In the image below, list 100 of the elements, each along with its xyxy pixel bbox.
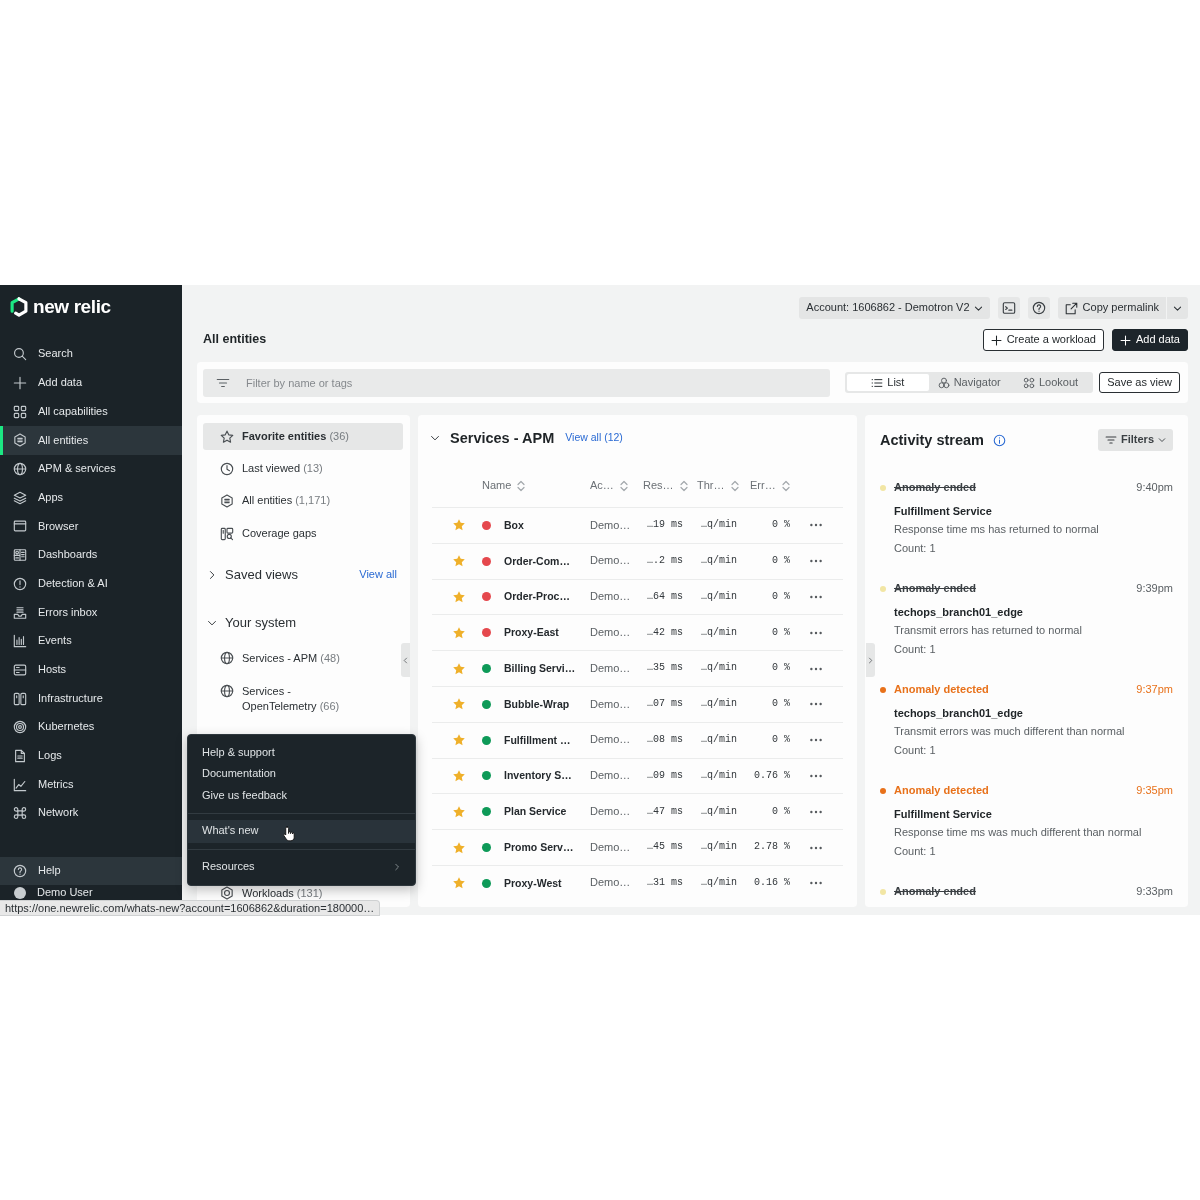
collapse-handle[interactable] — [401, 643, 410, 677]
menu-item[interactable]: Resources — [188, 855, 415, 879]
star-icon[interactable] — [452, 876, 466, 891]
column-header[interactable]: Res… — [643, 477, 688, 495]
star-icon[interactable] — [452, 554, 466, 569]
column-header[interactable]: Err… — [750, 477, 790, 495]
filters-button[interactable]: Filters — [1098, 429, 1173, 451]
sidebar-item[interactable]: Hosts — [0, 655, 182, 685]
star-icon[interactable] — [452, 661, 466, 676]
expand-handle[interactable] — [866, 643, 875, 677]
service-name[interactable]: Fulfillment … — [504, 733, 571, 747]
service-name[interactable]: Plan Service — [504, 805, 567, 819]
entity-type-item[interactable]: Workloads (131) — [203, 886, 323, 900]
more-icon[interactable] — [810, 630, 822, 635]
star-icon[interactable] — [452, 804, 466, 819]
event-entity[interactable]: Fulfillment Service — [894, 502, 992, 520]
account-name: Demo… — [590, 804, 631, 819]
more-icon[interactable] — [810, 845, 822, 850]
sidebar-item[interactable]: Kubernetes — [0, 712, 182, 742]
error-rate: 2.78 % — [754, 841, 790, 854]
view-tab[interactable]: Navigator — [928, 374, 1010, 391]
view-tab[interactable]: Lookout — [1009, 374, 1092, 391]
info-icon[interactable] — [992, 433, 1006, 447]
service-name[interactable]: Proxy-East — [504, 626, 559, 640]
more-icon[interactable] — [810, 702, 822, 707]
service-name[interactable]: Box — [504, 518, 524, 532]
view-all-link[interactable]: View all (12) — [565, 431, 623, 445]
star-icon[interactable] — [452, 625, 466, 640]
star-icon[interactable] — [452, 768, 466, 783]
error-rate: 0 % — [772, 698, 790, 711]
sidebar-item[interactable]: Errors inbox — [0, 598, 182, 627]
event-entity[interactable]: Fulfillment Service — [894, 805, 992, 823]
column-header[interactable]: Thr… — [697, 477, 739, 495]
save-view-button[interactable]: Save as view — [1099, 372, 1180, 393]
event-title: Anomaly detected — [894, 784, 989, 798]
view-tab[interactable]: List — [847, 374, 929, 391]
sidebar-item[interactable]: All capabilities — [0, 397, 182, 427]
sidebar-item[interactable]: Detection & AI — [0, 569, 182, 599]
entity-type-item[interactable]: Services - APM (48) — [203, 650, 340, 666]
section-toggle[interactable]: Saved views — [203, 567, 298, 584]
more-icon[interactable] — [810, 559, 822, 564]
sidebar-item[interactable]: APM & services — [0, 454, 182, 484]
add-data-button[interactable]: Add data — [1111, 329, 1188, 351]
column-header[interactable]: Ac… — [590, 477, 628, 495]
help-menu-item[interactable]: Help — [0, 857, 182, 885]
menu-item[interactable]: What's new — [188, 819, 415, 843]
copy-permalink-button[interactable]: Copy permalink — [1057, 297, 1166, 319]
terminal-button[interactable] — [997, 297, 1020, 319]
star-icon[interactable] — [452, 697, 466, 712]
star-icon[interactable] — [452, 590, 466, 604]
help-button[interactable] — [1027, 297, 1050, 319]
entity-filter-item[interactable]: Coverage gaps — [203, 520, 403, 548]
more-icon[interactable] — [810, 738, 822, 743]
menu-item[interactable]: Help & support — [188, 742, 415, 764]
event-entity[interactable]: techops_branch01_edge — [894, 704, 1023, 722]
sidebar-item[interactable]: Browser — [0, 512, 182, 541]
service-name[interactable]: Promo Serv… — [504, 841, 574, 855]
sidebar-item[interactable]: Search — [0, 340, 182, 369]
sidebar-item[interactable]: Apps — [0, 483, 182, 513]
user-menu-item[interactable]: Demo User — [0, 886, 182, 899]
more-icon[interactable] — [810, 595, 822, 599]
account-dropdown[interactable]: Account: 1606862 - Demotron V2 — [799, 297, 990, 319]
sidebar-item[interactable]: Metrics — [0, 770, 182, 799]
service-name[interactable]: Inventory S… — [504, 769, 572, 783]
section-toggle[interactable]: Your system — [203, 615, 297, 632]
star-icon[interactable] — [452, 518, 466, 533]
event-entity[interactable]: techops_branch01_edge — [894, 603, 1023, 621]
more-icon[interactable] — [810, 881, 822, 886]
permalink-menu-button[interactable] — [1167, 297, 1188, 319]
chevron-down-icon[interactable] — [430, 433, 440, 443]
alert-icon — [13, 576, 27, 591]
service-name[interactable]: Billing Servi… — [504, 662, 576, 676]
view-all-link[interactable]: View all — [359, 568, 403, 583]
filter-field[interactable]: Filter by name or tags — [203, 368, 831, 397]
service-name[interactable]: Bubble-Wrap — [504, 697, 570, 711]
menu-item[interactable]: Give us feedback — [188, 785, 415, 807]
sidebar-item[interactable]: Network — [0, 799, 182, 828]
column-header[interactable]: Name — [482, 477, 526, 495]
more-icon[interactable] — [810, 523, 822, 528]
sidebar-item[interactable]: Add data — [0, 368, 182, 398]
more-icon[interactable] — [810, 809, 822, 814]
star-icon[interactable] — [452, 840, 466, 855]
entity-filter-item[interactable]: Favorite entities (36) — [203, 423, 403, 450]
entity-filter-item[interactable]: All entities (1,171) — [203, 487, 403, 515]
more-icon[interactable] — [810, 773, 822, 778]
create-workload-button[interactable]: Create a workload — [982, 329, 1104, 351]
entity-type-item[interactable]: Services - OpenTelemetry (66) — [203, 683, 360, 714]
sidebar-item[interactable]: Events — [0, 626, 182, 656]
more-icon[interactable] — [810, 666, 822, 671]
star-icon[interactable] — [452, 733, 466, 748]
entity-filter-item[interactable]: Last viewed (13) — [203, 455, 403, 483]
sidebar-item[interactable]: Logs — [0, 741, 182, 771]
service-name[interactable]: Proxy-West — [504, 876, 562, 890]
sidebar-item[interactable]: Infrastructure — [0, 684, 182, 713]
menu-item[interactable]: Documentation — [188, 763, 415, 785]
response-time: …42 ms — [647, 626, 683, 640]
sidebar-item[interactable]: All entities — [0, 426, 182, 455]
service-name[interactable]: Order-Com… — [504, 554, 570, 568]
sidebar-item[interactable]: Dashboards — [0, 540, 182, 570]
service-name[interactable]: Order-Proc… — [504, 590, 570, 604]
